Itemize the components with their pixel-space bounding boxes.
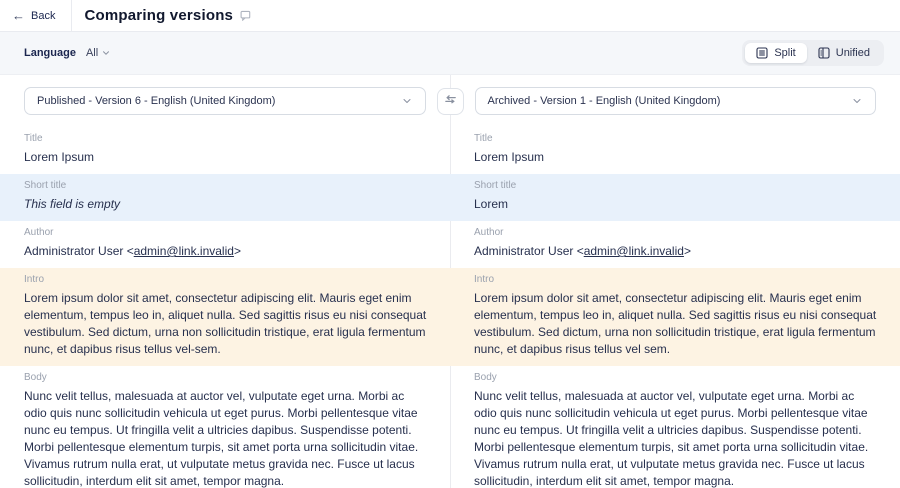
author-email-link[interactable]: admin@link.invalid	[584, 244, 684, 258]
field-value: Nunc velit tellus, malesuada at auctor v…	[24, 388, 428, 488]
field-value: Administrator User <admin@link.invalid>	[474, 243, 878, 260]
field-label: Intro	[474, 274, 878, 285]
field-cell-left: Intro Lorem ipsum dolor sit amet, consec…	[0, 268, 450, 366]
version-selectors: Published - Version 6 - English (United …	[0, 75, 900, 127]
swap-versions-button[interactable]	[437, 88, 464, 115]
field-value: Nunc velit tellus, malesuada at auctor v…	[474, 388, 878, 488]
field-cell-right: Author Administrator User <admin@link.in…	[450, 221, 900, 268]
comment-icon	[240, 10, 251, 21]
right-version-dropdown-value: Archived - Version 1 - English (United K…	[488, 95, 721, 107]
field-label: Author	[474, 227, 878, 238]
field-label: Body	[24, 372, 428, 383]
field-row-title: Title Lorem Ipsum Title Lorem Ipsum	[0, 127, 900, 174]
page-title: Comparing versions	[84, 7, 233, 24]
field-value: Lorem Ipsum	[474, 149, 878, 166]
chevron-down-icon	[851, 95, 863, 107]
left-version-dropdown-value: Published - Version 6 - English (United …	[37, 95, 275, 107]
chevron-down-icon	[401, 95, 413, 107]
field-label: Intro	[24, 274, 428, 285]
field-value: Lorem	[474, 196, 878, 213]
author-email-link[interactable]: admin@link.invalid	[134, 244, 234, 258]
language-dropdown[interactable]: All	[86, 47, 111, 59]
field-value-empty: This field is empty	[24, 196, 428, 213]
arrow-left-icon: ←	[12, 9, 25, 22]
field-cell-right: Short title Lorem	[450, 174, 900, 221]
split-view-icon	[756, 47, 768, 59]
field-cell-left: Author Administrator User <admin@link.in…	[0, 221, 450, 268]
author-text: Administrator User <	[24, 244, 134, 258]
field-cell-right: Body Nunc velit tellus, malesuada at auc…	[450, 366, 900, 488]
author-text: >	[684, 244, 691, 258]
field-cell-left: Body Nunc velit tellus, malesuada at auc…	[0, 366, 450, 488]
field-label: Author	[24, 227, 428, 238]
unified-view-label: Unified	[836, 47, 870, 59]
split-view-label: Split	[774, 47, 795, 59]
field-row-author: Author Administrator User <admin@link.in…	[0, 221, 900, 268]
field-label: Body	[474, 372, 878, 383]
field-row-intro: Intro Lorem ipsum dolor sit amet, consec…	[0, 268, 900, 366]
field-cell-right: Title Lorem Ipsum	[450, 127, 900, 174]
field-row-short-title: Short title This field is empty Short ti…	[0, 174, 900, 221]
swap-versions-icon	[444, 93, 457, 109]
field-value: Lorem Ipsum	[24, 149, 428, 166]
field-cell-left: Short title This field is empty	[0, 174, 450, 221]
language-dropdown-value: All	[86, 47, 98, 59]
comparison-area: Published - Version 6 - English (United …	[0, 75, 900, 488]
field-cell-left: Title Lorem Ipsum	[0, 127, 450, 174]
field-label: Short title	[474, 180, 878, 191]
view-mode-toggle: Split Unified	[742, 40, 884, 66]
unified-view-button[interactable]: Unified	[807, 43, 881, 63]
field-label: Title	[474, 133, 878, 144]
back-button[interactable]: ← Back	[0, 0, 71, 31]
unified-view-icon	[818, 47, 830, 59]
left-version-dropdown[interactable]: Published - Version 6 - English (United …	[24, 87, 426, 115]
language-label: Language	[24, 47, 76, 59]
author-text: >	[234, 244, 241, 258]
field-cell-right: Intro Lorem ipsum dolor sit amet, consec…	[450, 268, 900, 366]
toolbar: Language All Split	[0, 32, 900, 75]
split-view-button[interactable]: Split	[745, 43, 806, 63]
field-label: Short title	[24, 180, 428, 191]
author-text: Administrator User <	[474, 244, 584, 258]
field-value: Lorem ipsum dolor sit amet, consectetur …	[24, 290, 428, 358]
field-value: Administrator User <admin@link.invalid>	[24, 243, 428, 260]
field-value: Lorem ipsum dolor sit amet, consectetur …	[474, 290, 878, 358]
top-bar: ← Back Comparing versions	[0, 0, 900, 32]
chevron-down-icon	[101, 48, 111, 58]
field-label: Title	[24, 133, 428, 144]
right-version-dropdown[interactable]: Archived - Version 1 - English (United K…	[475, 87, 877, 115]
field-row-body: Body Nunc velit tellus, malesuada at auc…	[0, 366, 900, 488]
back-button-label: Back	[31, 10, 55, 22]
